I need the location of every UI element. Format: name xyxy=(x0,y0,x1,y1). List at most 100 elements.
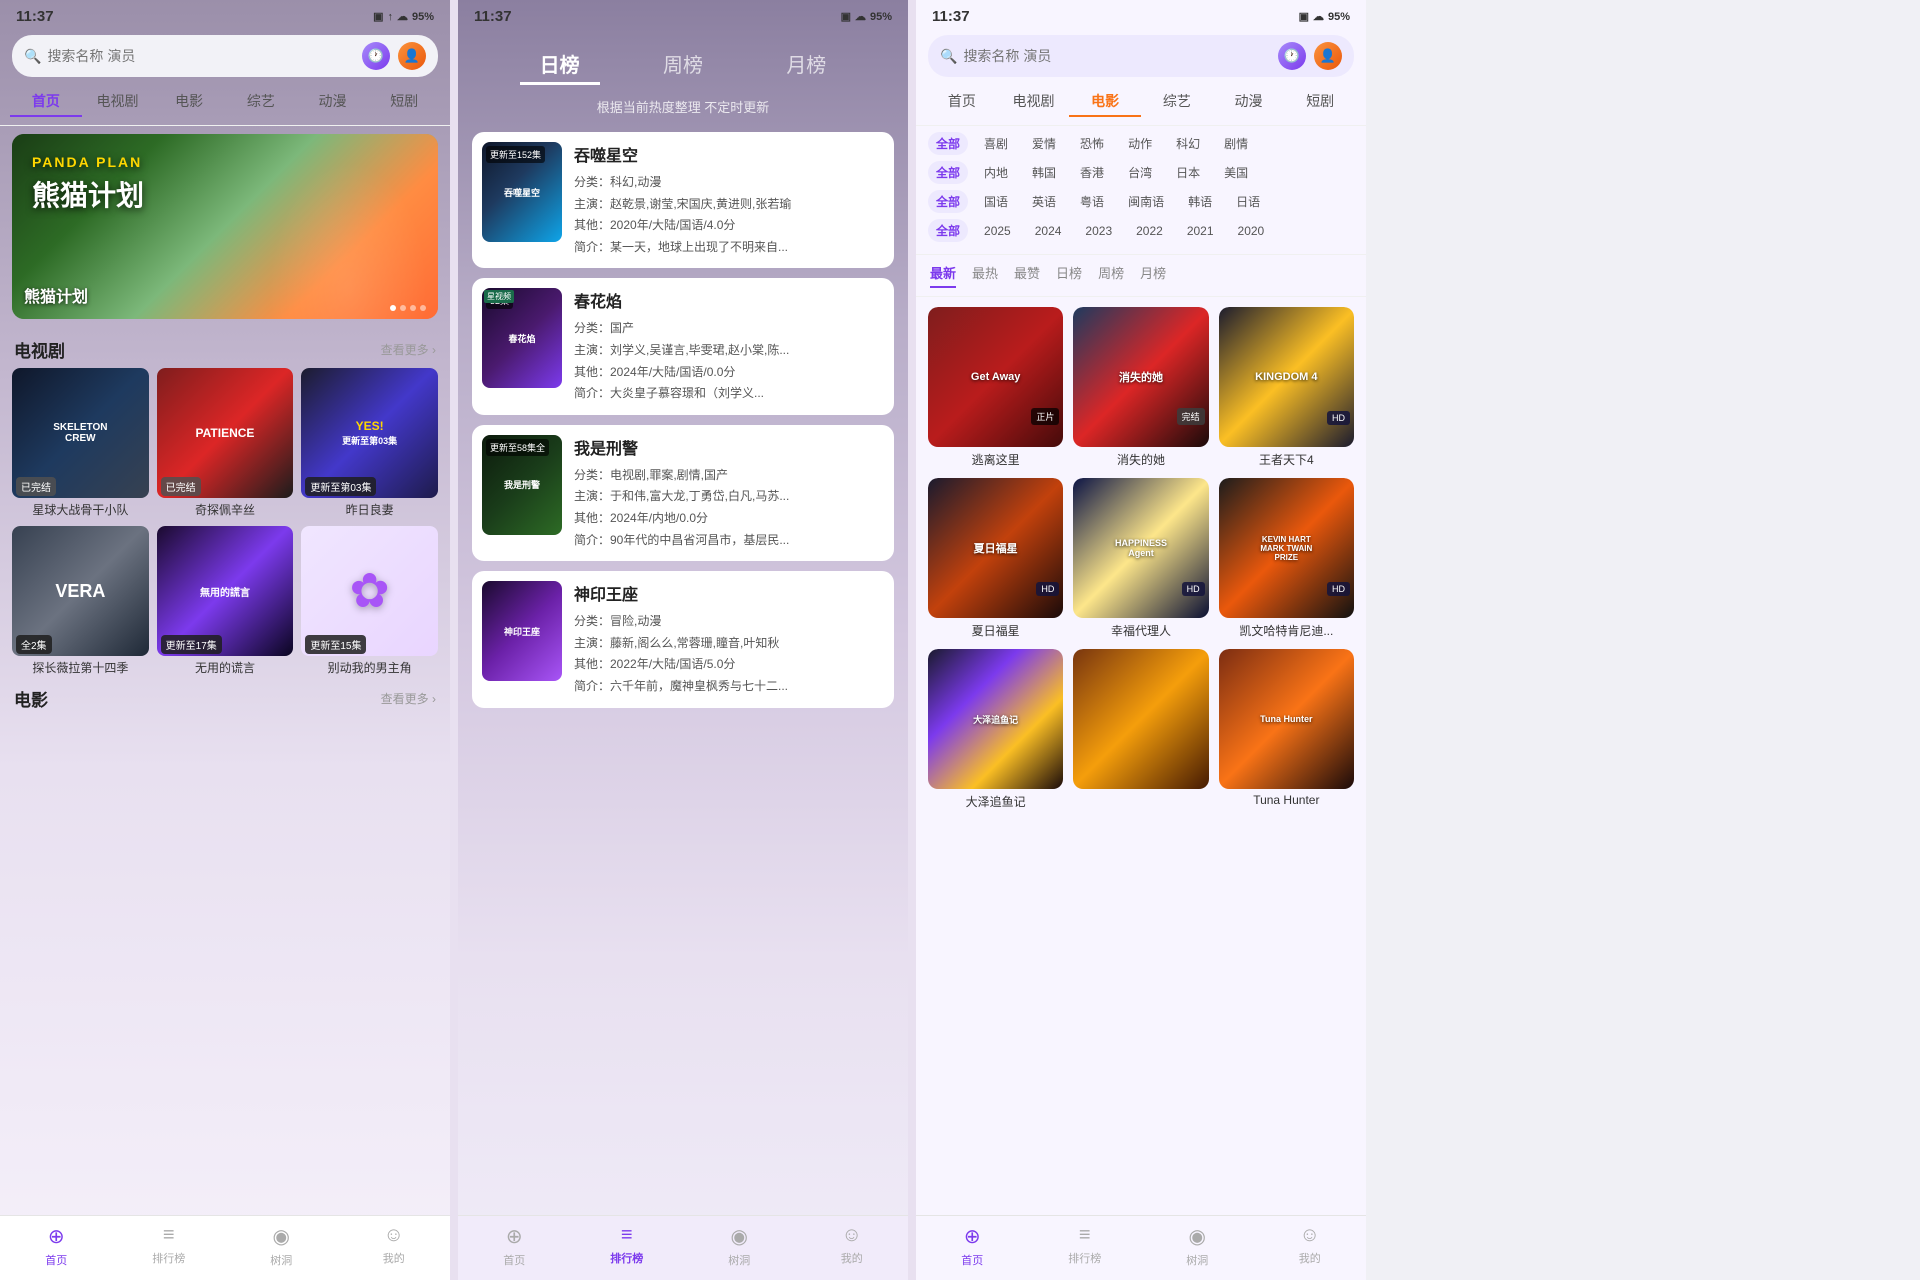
filter-lang-hokkien[interactable]: 闽南语 xyxy=(1120,190,1172,213)
filter-region-mainland[interactable]: 内地 xyxy=(976,161,1016,184)
hero-banner[interactable]: PANDA PLAN 熊猫计划 熊猫计划 xyxy=(12,134,438,319)
tab-weekly[interactable]: 周榜 xyxy=(643,45,723,85)
show-card-vera[interactable]: VERA 全2集 探长薇拉第十四季 xyxy=(12,526,149,676)
sort-monthly[interactable]: 月榜 xyxy=(1140,263,1166,288)
bottom-nav-profile[interactable]: ☺ 我的 xyxy=(338,1224,451,1268)
filter-genre-horror[interactable]: 恐怖 xyxy=(1072,132,1112,155)
filter-region-hk[interactable]: 香港 xyxy=(1072,161,1112,184)
nav-tv[interactable]: 电视剧 xyxy=(82,87,154,117)
sort-hottest[interactable]: 最热 xyxy=(972,263,998,288)
nav-short[interactable]: 短剧 xyxy=(368,87,440,117)
m-nav-anime[interactable]: 动漫 xyxy=(1213,87,1285,117)
filter-region-korea[interactable]: 韩国 xyxy=(1024,161,1064,184)
movie-card-tuna[interactable]: Tuna Hunter Tuna Hunter xyxy=(1219,649,1354,810)
movie-bottom-nav: ⊕ 首页 ≡ 排行榜 ◉ 树洞 ☺ 我的 xyxy=(916,1215,1366,1280)
filter-region-japan[interactable]: 日本 xyxy=(1168,161,1208,184)
filter-genre-drama[interactable]: 剧情 xyxy=(1216,132,1256,155)
filter-region-all[interactable]: 全部 xyxy=(928,161,968,184)
ranking-item-3[interactable]: 我是刑警 更新至58集全 我是刑警 分类：电视剧,罪案,剧情,国产 主演：于和伟… xyxy=(472,425,894,561)
r-bottom-ranking[interactable]: ≡ 排行榜 xyxy=(571,1224,684,1268)
badge-vera: 全2集 xyxy=(16,635,52,654)
movie-card-xiaoshi[interactable]: 消失的她 完结 消失的她 xyxy=(1073,307,1208,468)
filter-genre-scifi[interactable]: 科幻 xyxy=(1168,132,1208,155)
movie-profile-icon[interactable]: 👤 xyxy=(1314,42,1342,70)
movie-poster-text-2: 消失的她 xyxy=(1073,307,1208,447)
r-bottom-profile[interactable]: ☺ 我的 xyxy=(796,1224,909,1268)
nav-anime[interactable]: 动漫 xyxy=(297,87,369,117)
filter-year-2022[interactable]: 2022 xyxy=(1128,221,1171,241)
ranking-meta-1: 分类：科幻,动漫 主演：赵乾景,谢莹,宋国庆,黄进则,张若瑜 其他：2020年/… xyxy=(574,172,884,258)
bottom-nav-tree[interactable]: ◉ 树洞 xyxy=(225,1224,338,1268)
m-battery: ▣ xyxy=(1299,10,1309,23)
filter-year-2024[interactable]: 2024 xyxy=(1027,221,1070,241)
ranking-panel: 11:37 ▣ ☁ 95% 日榜 周榜 月榜 根据当前热度整理 不定时更新 吞噬… xyxy=(458,0,908,1280)
ranking-item-4[interactable]: 神印王座 神印王座 分类：冒险,动漫 主演：藤新,阁么么,常蓉珊,瞳音,叶知秋 … xyxy=(472,571,894,707)
movie-search-input[interactable] xyxy=(963,48,1272,64)
filter-genre-action[interactable]: 动作 xyxy=(1120,132,1160,155)
tab-daily[interactable]: 日榜 xyxy=(520,45,600,85)
m-nav-tv[interactable]: 电视剧 xyxy=(998,87,1070,117)
ranking-name-1: 吞噬星空 xyxy=(574,142,884,166)
filter-region-tw[interactable]: 台湾 xyxy=(1120,161,1160,184)
m-nav-short[interactable]: 短剧 xyxy=(1284,87,1356,117)
m-bottom-tree[interactable]: ◉ 树洞 xyxy=(1141,1224,1254,1268)
tv-section-title: 电视剧 xyxy=(14,337,65,362)
search-input[interactable] xyxy=(47,48,356,64)
search-bar: 🔍 🕐 👤 xyxy=(12,35,438,77)
show-card-zuori[interactable]: YES!更新至第03集 更新至第03集 昨日良妻 xyxy=(301,368,438,518)
filter-year-2025[interactable]: 2025 xyxy=(976,221,1019,241)
show-card-biedong[interactable]: ✿ 更新至15集 别动我的男主角 xyxy=(301,526,438,676)
filter-genre-romance[interactable]: 爱情 xyxy=(1024,132,1064,155)
filter-lang-mandarin[interactable]: 国语 xyxy=(976,190,1016,213)
movie-card-happiness[interactable]: HAPPINESSAgent HD 幸福代理人 xyxy=(1073,478,1208,639)
show-card-wuyong[interactable]: 無用的謊言 更新至17集 无用的谎言 xyxy=(157,526,294,676)
movie-card-kingdom4[interactable]: KINGDOM 4 HD 王者天下4 xyxy=(1219,307,1354,468)
r-bottom-home[interactable]: ⊕ 首页 xyxy=(458,1224,571,1268)
nav-movie[interactable]: 电影 xyxy=(153,87,225,117)
history-icon[interactable]: 🕐 xyxy=(362,42,390,70)
movie-badge-5: HD xyxy=(1182,582,1205,596)
nav-variety[interactable]: 综艺 xyxy=(225,87,297,117)
movie-card-kevinhart[interactable]: KEVIN HARTMARK TWAINPRIZE HD 凯文哈特肯尼迪... xyxy=(1219,478,1354,639)
ranking-item-1[interactable]: 吞噬星空 更新至152集 吞噬星空 分类：科幻,动漫 主演：赵乾景,谢莹,宋国庆… xyxy=(472,132,894,268)
filter-genre-comedy[interactable]: 喜剧 xyxy=(976,132,1016,155)
filter-lang-japanese[interactable]: 日语 xyxy=(1228,190,1268,213)
filter-lang-all[interactable]: 全部 xyxy=(928,190,968,213)
filter-year-2023[interactable]: 2023 xyxy=(1077,221,1120,241)
sort-newest[interactable]: 最新 xyxy=(930,263,956,288)
filter-lang-english[interactable]: 英语 xyxy=(1024,190,1064,213)
nav-home[interactable]: 首页 xyxy=(10,87,82,117)
filter-year-all[interactable]: 全部 xyxy=(928,219,968,242)
m-bottom-ranking[interactable]: ≡ 排行榜 xyxy=(1029,1224,1142,1268)
filter-year-2021[interactable]: 2021 xyxy=(1179,221,1222,241)
show-card-patience[interactable]: PATIENCE 已完结 奇探佩辛丝 xyxy=(157,368,294,518)
r-bottom-tree[interactable]: ◉ 树洞 xyxy=(683,1224,796,1268)
bottom-nav-home[interactable]: ⊕ 首页 xyxy=(0,1224,113,1268)
sort-daily[interactable]: 日榜 xyxy=(1056,263,1082,288)
filter-lang-cantonese[interactable]: 粤语 xyxy=(1072,190,1112,213)
bottom-nav-ranking[interactable]: ≡ 排行榜 xyxy=(113,1224,226,1268)
m-bottom-profile[interactable]: ☺ 我的 xyxy=(1254,1224,1367,1268)
tab-monthly[interactable]: 月榜 xyxy=(766,45,846,85)
movie-card-getaway[interactable]: Get Away 正片 逃离这里 xyxy=(928,307,1063,468)
movie-card-8[interactable] xyxy=(1073,649,1208,810)
movie-card-daize[interactable]: 大泽追鱼记 大泽追鱼记 xyxy=(928,649,1063,810)
movie-section-more[interactable]: 查看更多 › xyxy=(381,690,436,707)
m-nav-movie[interactable]: 电影 xyxy=(1069,87,1141,117)
ranking-item-2[interactable]: 春花焰 32集 星视频 春花焰 分类：国产 主演：刘学义,吴谨言,毕雯珺,赵小棠… xyxy=(472,278,894,414)
movie-history-icon[interactable]: 🕐 xyxy=(1278,42,1306,70)
movie-card-summer[interactable]: 夏日福星 HD 夏日福星 xyxy=(928,478,1063,639)
show-card-skeleton-crew[interactable]: SKELETONCREW 已完结 星球大战骨干小队 xyxy=(12,368,149,518)
movie-section-header: 电影 查看更多 › xyxy=(0,676,450,717)
m-bottom-home[interactable]: ⊕ 首页 xyxy=(916,1224,1029,1268)
filter-genre-all[interactable]: 全部 xyxy=(928,132,968,155)
m-nav-home[interactable]: 首页 xyxy=(926,87,998,117)
tv-section-more[interactable]: 查看更多 › xyxy=(381,341,436,358)
sort-weekly[interactable]: 周榜 xyxy=(1098,263,1124,288)
filter-year-2020[interactable]: 2020 xyxy=(1230,221,1273,241)
filter-region-us[interactable]: 美国 xyxy=(1216,161,1256,184)
sort-best[interactable]: 最赞 xyxy=(1014,263,1040,288)
filter-lang-korean[interactable]: 韩语 xyxy=(1180,190,1220,213)
m-nav-variety[interactable]: 综艺 xyxy=(1141,87,1213,117)
profile-icon[interactable]: 👤 xyxy=(398,42,426,70)
